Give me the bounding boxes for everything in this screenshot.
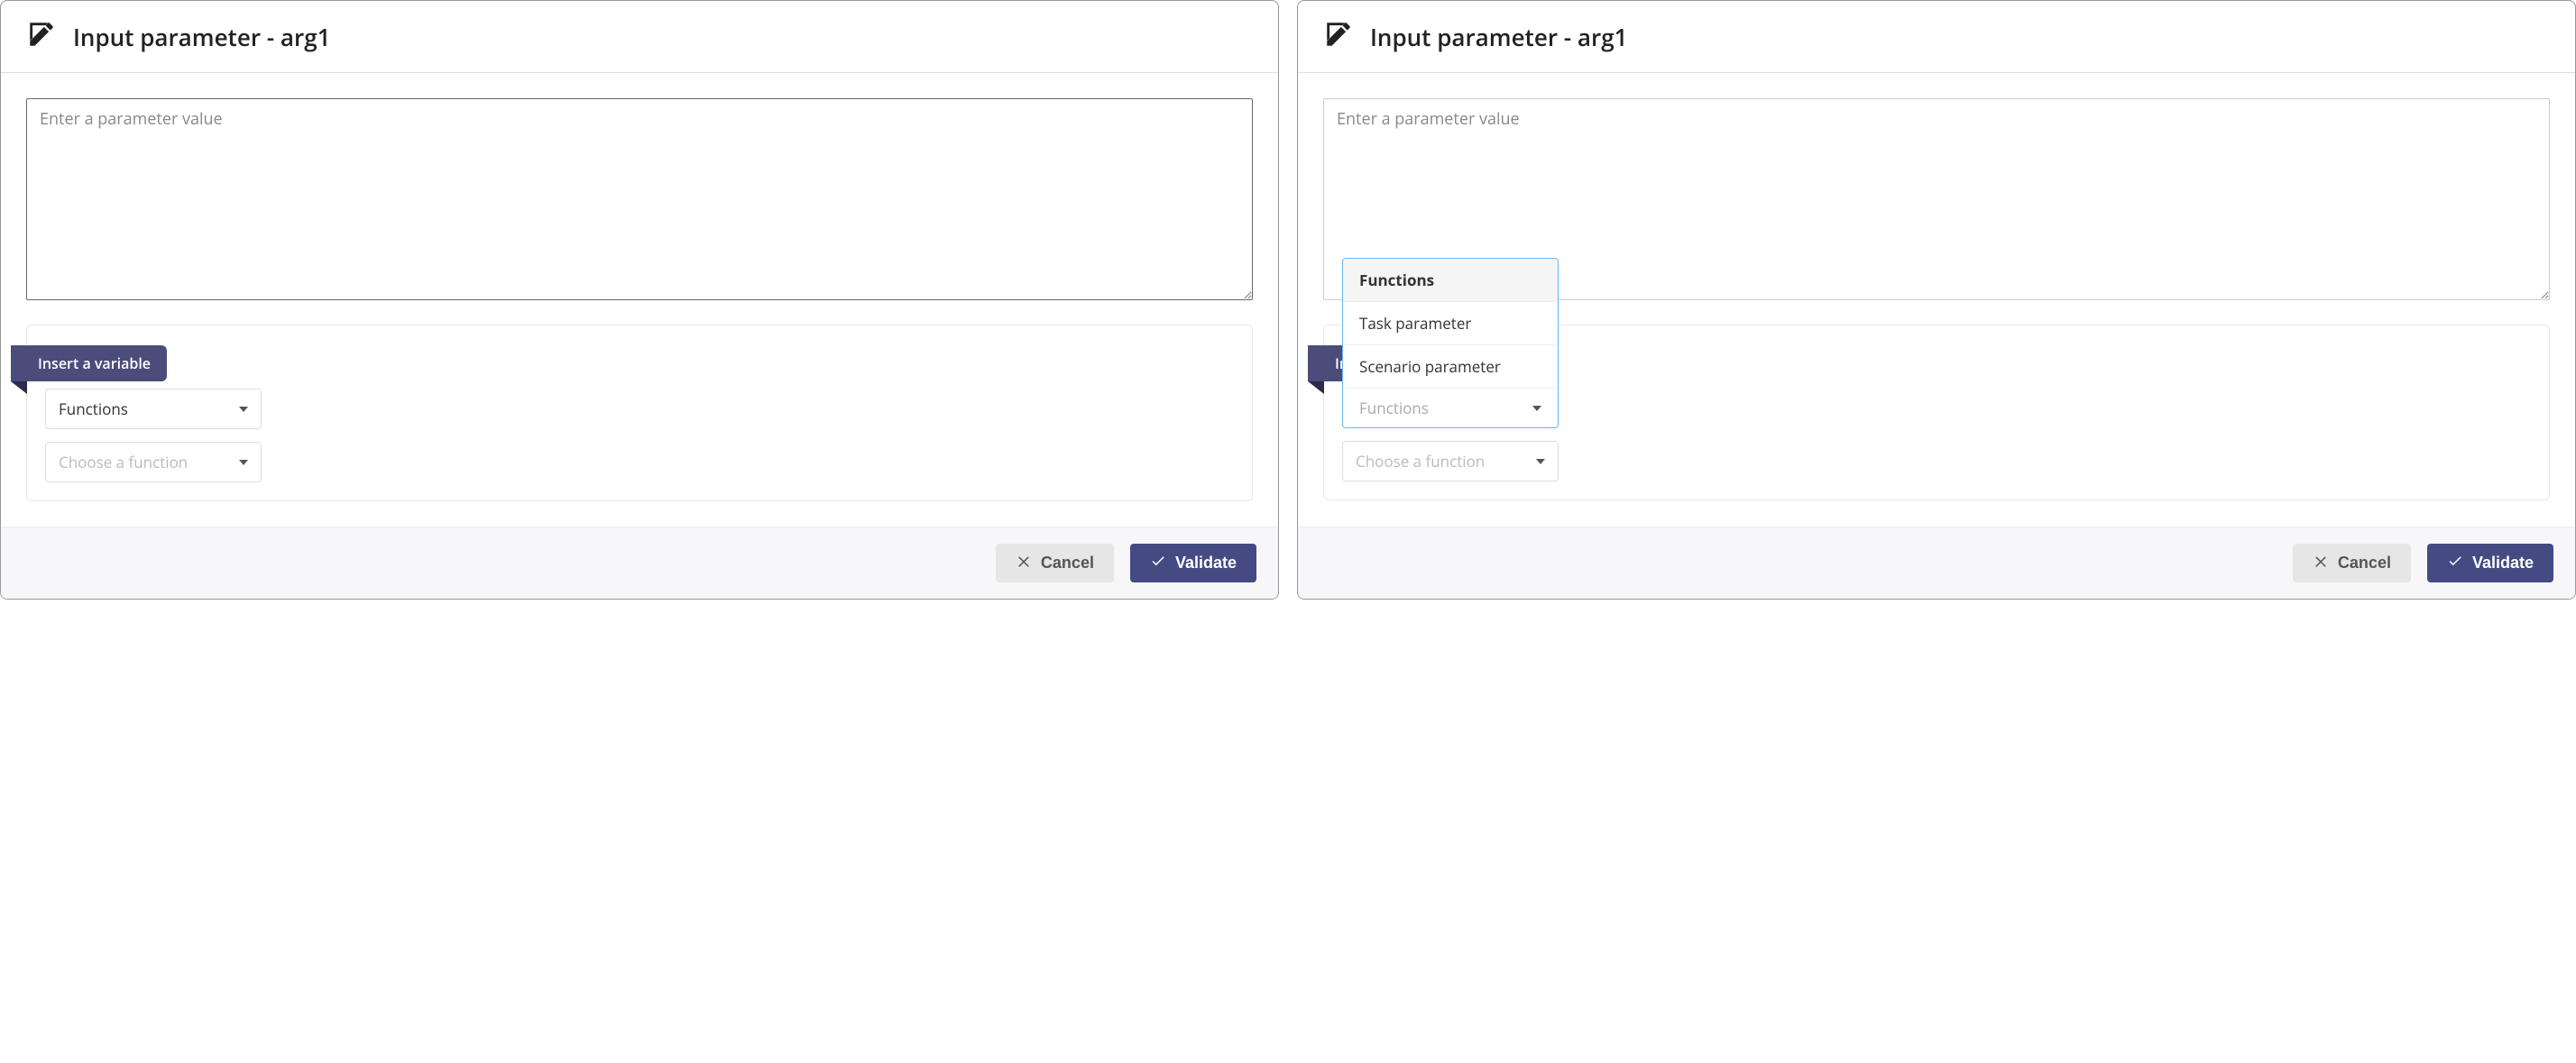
category-option-task-parameter[interactable]: Task parameter bbox=[1343, 301, 1558, 344]
dialog-title: Input parameter - arg1 bbox=[73, 21, 331, 53]
check-icon bbox=[1150, 553, 1166, 573]
category-select-search[interactable]: Functions bbox=[1343, 388, 1558, 427]
dialog-footer: Cancel Validate bbox=[1, 527, 1278, 599]
category-select[interactable]: Functions bbox=[45, 389, 262, 429]
validate-button[interactable]: Validate bbox=[2427, 544, 2553, 582]
insert-variable-section: Insert a variable Functions Choose a fun… bbox=[26, 325, 1253, 501]
cancel-button[interactable]: Cancel bbox=[2293, 544, 2411, 582]
dialog-body: Insert a variable Functions Choose a fun… bbox=[1, 73, 1278, 527]
function-select-placeholder: Choose a function bbox=[59, 452, 188, 472]
cancel-button[interactable]: Cancel bbox=[996, 544, 1114, 582]
category-select-open-wrap: Functions Task parameter Scenario parame… bbox=[1342, 389, 1559, 428]
validate-button-label: Validate bbox=[1175, 554, 1237, 573]
insert-variable-label: Insert a variable bbox=[11, 345, 167, 381]
cancel-button-label: Cancel bbox=[2338, 554, 2391, 573]
dialog-input-parameter-left: Input parameter - arg1 Insert a variable… bbox=[0, 0, 1279, 600]
cancel-button-label: Cancel bbox=[1041, 554, 1094, 573]
parameter-value-input[interactable] bbox=[26, 98, 1253, 300]
category-option-scenario-parameter[interactable]: Scenario parameter bbox=[1343, 344, 1558, 388]
dialog-header: Input parameter - arg1 bbox=[1, 1, 1278, 73]
dialog-body: Insert a variable Functions Task paramet… bbox=[1298, 73, 2575, 527]
caret-down-icon bbox=[239, 407, 248, 412]
validate-button[interactable]: Validate bbox=[1130, 544, 1256, 582]
insert-variable-tag: Insert a variable bbox=[11, 345, 167, 381]
close-icon bbox=[1016, 553, 1032, 573]
dialog-header: Input parameter - arg1 bbox=[1298, 1, 2575, 73]
insert-variable-section: Insert a variable Functions Task paramet… bbox=[1323, 325, 2550, 500]
function-select[interactable]: Choose a function bbox=[45, 442, 262, 482]
caret-down-icon bbox=[1532, 406, 1541, 411]
close-icon bbox=[2313, 553, 2329, 573]
category-select-open[interactable]: Functions Task parameter Scenario parame… bbox=[1342, 258, 1559, 428]
category-select-search-placeholder: Functions bbox=[1359, 398, 1429, 418]
caret-down-icon bbox=[239, 460, 248, 465]
validate-button-label: Validate bbox=[2472, 554, 2534, 573]
function-select[interactable]: Choose a function bbox=[1342, 441, 1559, 481]
category-select-value: Functions bbox=[59, 399, 128, 419]
dialog-footer: Cancel Validate bbox=[1298, 527, 2575, 599]
check-icon bbox=[2447, 553, 2463, 573]
edit-icon bbox=[26, 19, 57, 54]
category-option-functions[interactable]: Functions bbox=[1343, 259, 1558, 301]
edit-icon bbox=[1323, 19, 1354, 54]
dialog-title: Input parameter - arg1 bbox=[1370, 21, 1628, 53]
caret-down-icon bbox=[1536, 459, 1545, 464]
function-select-placeholder: Choose a function bbox=[1356, 451, 1485, 472]
dialog-input-parameter-right: Input parameter - arg1 Insert a variable… bbox=[1297, 0, 2576, 600]
